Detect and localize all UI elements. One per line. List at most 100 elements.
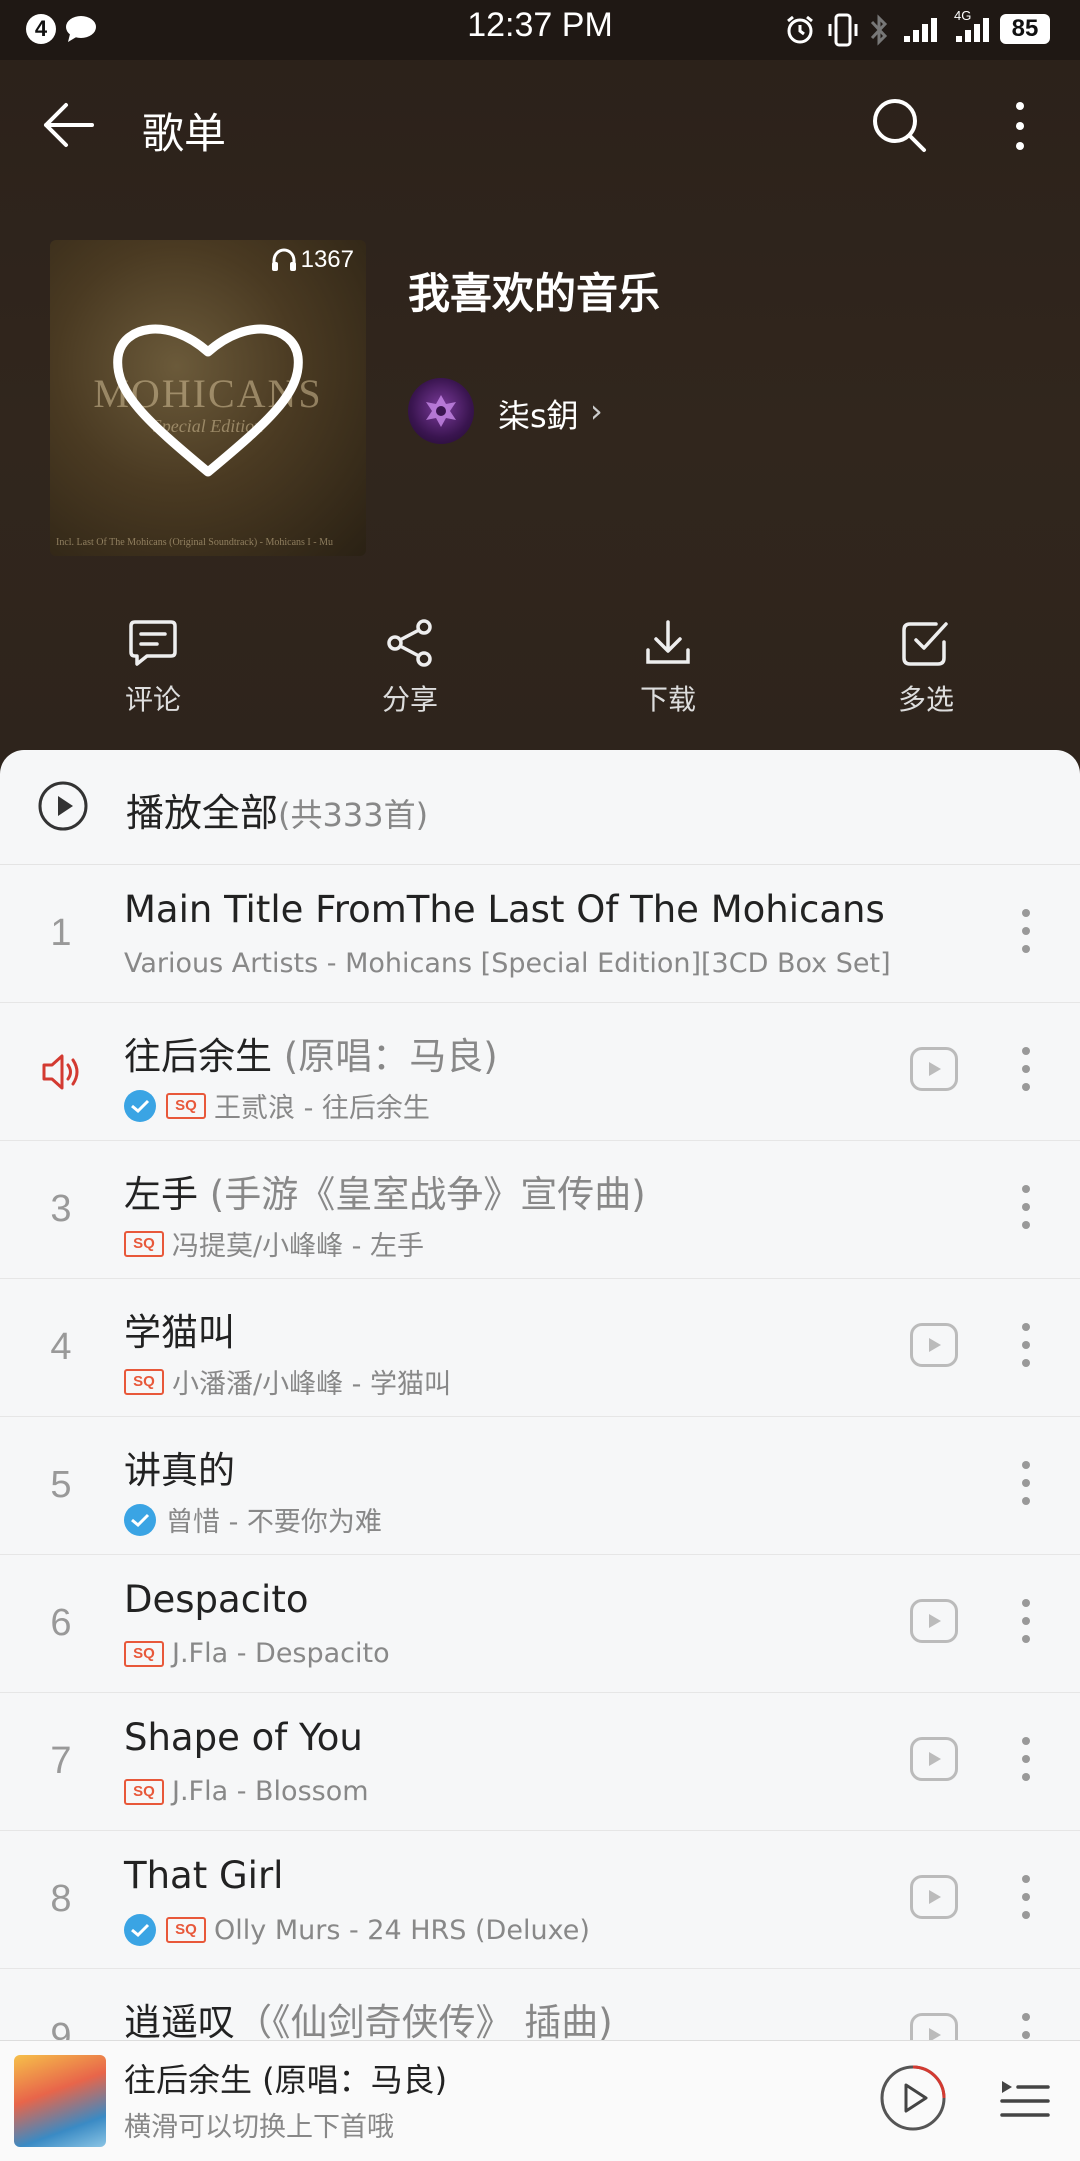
avatar[interactable] (408, 378, 474, 444)
headphones-icon (271, 248, 296, 271)
mini-player-title: 往后余生 (原唱：马良) (124, 2061, 448, 2099)
chevron-right-icon[interactable]: › (590, 392, 603, 430)
list-item[interactable]: 7 Shape of You SQ J.Fla - Blossom (0, 1692, 1080, 1831)
song-more-icon[interactable] (1022, 1185, 1030, 1229)
track-number: 1 (50, 912, 72, 954)
search-icon[interactable] (870, 96, 928, 154)
play-all-text: 播放全部 (126, 791, 279, 835)
comment-icon (129, 620, 177, 666)
multi-select-icon (902, 622, 948, 666)
song-title: 讲真的 (124, 1440, 235, 1494)
song-more-icon[interactable] (1022, 1323, 1030, 1367)
share-icon (387, 619, 432, 667)
guild-emblem-icon (426, 395, 456, 427)
song-title-text: Despacito (124, 1578, 309, 1621)
mv-play-icon[interactable] (910, 1599, 958, 1643)
sq-badge: SQ (166, 1917, 206, 1943)
song-artist-album: 小潘潘/小峰峰 - 学猫叫 (172, 1369, 452, 1400)
status-bar: 4 12:37 PM 4G 85 (0, 0, 1080, 60)
song-artist-album: J.Fla - Blossom (172, 1776, 369, 1807)
list-item[interactable]: 4 学猫叫 SQ 小潘潘/小峰峰 - 学猫叫 (0, 1278, 1080, 1417)
mini-player-subtitle: 横滑可以切换上下首哦 (124, 2112, 394, 2143)
song-title: Despacito (124, 1578, 308, 1621)
mini-play-button[interactable] (880, 2065, 946, 2131)
creator-name[interactable]: 柒s鈅 (498, 391, 579, 437)
mini-player[interactable]: 往后余生 (原唱：马良) 横滑可以切换上下首哦 (0, 2040, 1080, 2161)
song-title-text: 讲真的 (124, 1449, 235, 1492)
track-number: 6 (50, 1602, 72, 1644)
sq-badge: SQ (124, 1230, 164, 1257)
song-more-icon[interactable] (1022, 1599, 1030, 1643)
song-title: Shape of You (124, 1716, 363, 1759)
song-subtitle: SQ J.Fla - Blossom (124, 1776, 369, 1807)
song-subtitle: SQ J.Fla - Despacito (124, 1638, 390, 1669)
song-subtitle: SQ 小潘潘/小峰峰 - 学猫叫 (124, 1362, 451, 1401)
play-count: 1367 (271, 246, 354, 274)
song-more-icon[interactable] (1022, 1737, 1030, 1781)
mini-player-album-art[interactable] (14, 2055, 106, 2147)
sq-badge: SQ (166, 1092, 206, 1119)
song-artist-album: 冯提莫/小峰峰 - 左手 (172, 1231, 425, 1262)
song-artist-album: 王贰浪 - 往后余生 (214, 1093, 430, 1124)
downloaded-check-icon (124, 1503, 156, 1536)
track-number: 8 (50, 1878, 72, 1920)
track-number: 7 (50, 1740, 72, 1782)
signal-icon (904, 18, 937, 42)
mv-play-icon[interactable] (910, 1323, 958, 1367)
song-artist-album: J.Fla - Despacito (172, 1638, 390, 1669)
list-item[interactable]: 6 Despacito SQ J.Fla - Despacito (0, 1554, 1080, 1693)
song-title-text: 逍遥叹 (124, 2001, 235, 2044)
page-title: 歌单 (142, 109, 227, 158)
track-number: 3 (50, 1188, 72, 1230)
signal-4g-icon (956, 18, 989, 42)
song-more-icon[interactable] (1022, 1047, 1030, 1091)
song-subtitle: SQ 王贰浪 - 往后余生 (124, 1086, 430, 1125)
song-title: 往后余生 (原唱：马良) (124, 1026, 498, 1080)
mv-play-icon[interactable] (910, 1047, 958, 1091)
share-button[interactable]: 分享 (330, 618, 490, 718)
song-title-text: 往后余生 (124, 1035, 272, 1078)
bluetooth-icon (870, 14, 888, 46)
track-number: 4 (50, 1326, 72, 1368)
play-all-row[interactable]: 播放全部(共333首) (0, 750, 1080, 865)
playlist-cover[interactable]: MOHICANS Special Edition Incl. Last Of T… (50, 240, 366, 556)
downloaded-check-icon (124, 1914, 156, 1946)
multi-select-button[interactable]: 多选 (846, 618, 1006, 718)
playlist-name: 我喜欢的音乐 (408, 269, 661, 318)
song-title-text: Main Title FromThe Last Of The Mohicans (124, 888, 885, 931)
list-item[interactable]: 往后余生 (原唱：马良) SQ 王贰浪 - 往后余生 (0, 1002, 1080, 1141)
playlist-queue-icon[interactable] (998, 2073, 1050, 2125)
list-item[interactable]: 1 Main Title FromThe Last Of The Mohican… (0, 864, 1080, 1003)
mv-play-icon[interactable] (910, 1875, 958, 1919)
song-more-icon[interactable] (1022, 1875, 1030, 1919)
download-button[interactable]: 下载 (588, 618, 748, 718)
song-title-text: That Girl (124, 1854, 284, 1897)
comment-button[interactable]: 评论 (73, 618, 233, 718)
song-title: 学猫叫 (124, 1302, 235, 1356)
sq-badge: SQ (124, 1640, 164, 1667)
song-subtitle: SQ Olly Murs - 24 HRS (Deluxe) (124, 1914, 590, 1946)
downloaded-check-icon (124, 1089, 156, 1122)
play-count-value: 1367 (300, 246, 354, 273)
list-item[interactable]: 5 讲真的 曾惜 - 不要你为难 (0, 1416, 1080, 1555)
battery-indicator: 85 (1000, 14, 1050, 44)
song-title-text: 学猫叫 (124, 1311, 235, 1354)
song-count: (共333首) (278, 796, 429, 834)
mv-play-icon[interactable] (910, 1737, 958, 1781)
sq-badge: SQ (124, 1368, 164, 1395)
play-all-label: 播放全部(共333首) (126, 782, 428, 837)
now-playing-speaker-icon (42, 1054, 79, 1090)
song-title: That Girl (124, 1854, 283, 1897)
song-more-icon[interactable] (1022, 1461, 1030, 1505)
song-subtitle: Various Artists - Mohicans [Special Edit… (124, 948, 891, 979)
song-subtitle: SQ 冯提莫/小峰峰 - 左手 (124, 1224, 424, 1263)
play-circle-icon (38, 781, 88, 831)
more-options-icon[interactable] (1012, 100, 1028, 152)
song-title-text: 左手 (124, 1173, 198, 1216)
list-item[interactable]: 3 左手 (手游《皇室战争》宣传曲) SQ 冯提莫/小峰峰 - 左手 (0, 1140, 1080, 1279)
vibrate-icon (828, 13, 858, 47)
cover-footer-text: Incl. Last Of The Mohicans (Original Sou… (56, 537, 333, 548)
back-arrow-icon[interactable] (40, 100, 96, 150)
list-item[interactable]: 8 That Girl SQ Olly Murs - 24 HRS (Delux… (0, 1830, 1080, 1969)
song-more-icon[interactable] (1022, 909, 1030, 953)
